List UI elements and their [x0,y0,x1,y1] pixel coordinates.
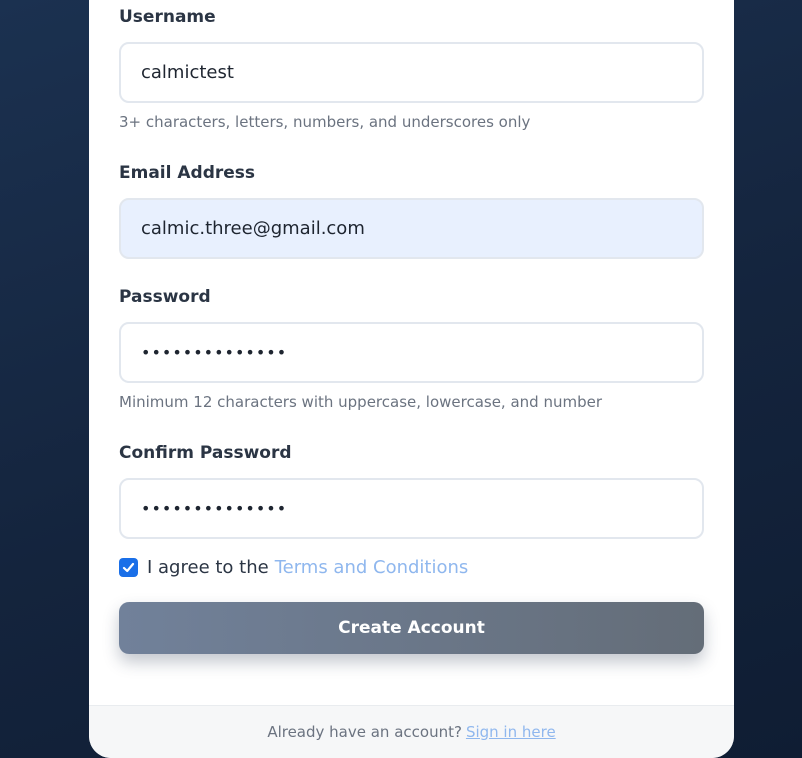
email-input[interactable] [119,198,704,259]
terms-checkbox[interactable] [119,557,138,577]
register-card: Username 3+ characters, letters, numbers… [89,0,734,758]
terms-agree-text: I agree to the [147,556,269,578]
password-hint: Minimum 12 characters with uppercase, lo… [119,393,603,411]
terms-agreement: I agree to the Terms and Conditions [119,555,468,579]
password-input[interactable] [119,322,704,383]
username-hint: 3+ characters, letters, numbers, and und… [119,113,531,131]
signin-prompt: Already have an account? [267,723,462,741]
signin-link[interactable]: Sign in here [466,723,556,741]
terms-link[interactable]: Terms and Conditions [275,557,469,578]
checkmark-icon [122,562,135,572]
signin-footer: Already have an account? Sign in here [89,705,734,758]
username-label: Username [119,7,216,27]
confirm-password-input[interactable] [119,478,704,539]
email-label: Email Address [119,163,256,183]
confirm-password-label: Confirm Password [119,443,292,463]
create-account-button[interactable]: Create Account [119,602,704,654]
username-input[interactable] [119,42,704,103]
password-label: Password [119,287,211,307]
